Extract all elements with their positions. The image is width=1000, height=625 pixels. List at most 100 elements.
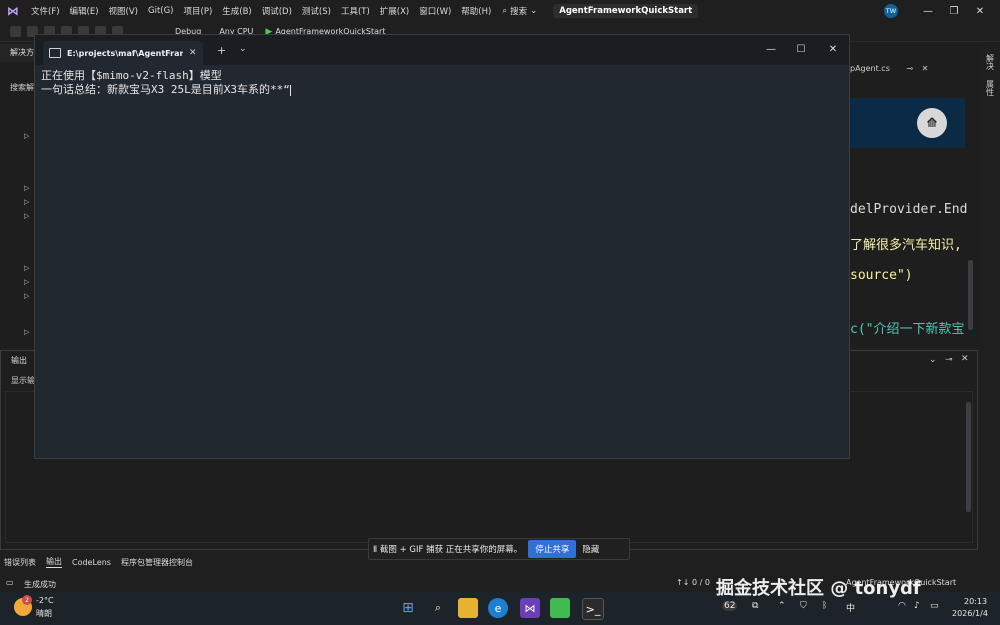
tree-expand-icon[interactable]: ▷ [24, 328, 29, 336]
windows-start-icon[interactable]: ⊞ [398, 598, 418, 618]
chevron-down-icon: ⌄ [530, 6, 538, 16]
visual-studio-logo-icon[interactable]: ⋈ [6, 4, 20, 18]
side-tab-properties[interactable]: 属性 [985, 80, 996, 96]
menu-test[interactable]: 测试(S) [297, 5, 336, 17]
tray-app-icon[interactable]: ⧉ [752, 601, 758, 611]
code-line: source") [850, 268, 913, 283]
menu-search[interactable]: ⌕ 搜索 ⌄ [496, 5, 543, 17]
minimize-icon[interactable]: — [916, 3, 940, 19]
shield-icon[interactable]: ⛉ [800, 601, 807, 611]
chevron-down-icon[interactable]: ⌄ [239, 44, 247, 54]
close-icon[interactable]: ✕ [961, 354, 969, 364]
tree-expand-icon[interactable]: ▷ [24, 184, 29, 192]
edge-browser-icon[interactable]: e [488, 598, 508, 618]
terminal-line: 正在使用【$mimo-v2-flash】模型 [41, 69, 222, 82]
app-icon[interactable] [550, 598, 570, 618]
tab-package-manager-console[interactable]: 程序包管理器控制台 [121, 557, 193, 568]
text-cursor [289, 84, 291, 96]
terminal-tab[interactable]: E:\projects\maf\AgentFramew ✕ [43, 41, 203, 65]
minimize-icon[interactable]: — [761, 41, 781, 57]
menu-search-label: 搜索 [510, 7, 528, 17]
hide-button[interactable]: 隐藏 [582, 543, 599, 555]
tree-expand-icon[interactable]: ▷ [24, 212, 29, 220]
code-line: c("介绍一下新款宝 [850, 322, 965, 337]
menu-help[interactable]: 帮助(H) [456, 5, 496, 17]
maximize-icon[interactable]: ☐ [791, 41, 811, 57]
tree-expand-icon[interactable]: ▷ [24, 278, 29, 286]
search-icon: ⌕ [502, 6, 508, 16]
status-icon: ▭ [6, 578, 14, 587]
status-text: 生成成功 [24, 579, 56, 589]
volume-icon[interactable]: ♪ [914, 601, 920, 611]
tree-expand-icon[interactable]: ▷ [24, 292, 29, 300]
terminal-icon[interactable]: >_ [582, 598, 604, 620]
weather-description[interactable]: 晴朗 [36, 608, 52, 619]
tree-expand-icon[interactable]: ▷ [24, 264, 29, 272]
tab-output[interactable]: 输出 [46, 556, 62, 568]
menu-tools[interactable]: 工具(T) [336, 5, 375, 17]
tree-expand-icon[interactable]: ▷ [24, 132, 29, 140]
output-scrollbar[interactable] [966, 402, 971, 512]
clock-time[interactable]: 20:13 [964, 597, 987, 606]
terminal-tab-icon [49, 48, 61, 58]
new-tab-icon[interactable]: + [217, 44, 226, 57]
output-panel-title: 输出 [11, 356, 27, 365]
code-line: 了解很多汽车知识, [850, 238, 962, 253]
weather-temperature[interactable]: -2°C [36, 596, 54, 605]
solution-explorer-header[interactable]: 解决方 [0, 44, 36, 62]
editor-scrollbar[interactable] [968, 260, 973, 330]
output-source-label: 显示输 [11, 376, 35, 385]
wifi-icon[interactable]: ◠ [898, 601, 906, 611]
tray-badge[interactable]: 62 [722, 601, 738, 611]
code-editor[interactable]: pAgent.cs ⊸ ✕ ⟰ delProvider.End 了解很多汽车知识… [850, 44, 980, 348]
menu-git[interactable]: Git(G) [143, 6, 179, 16]
solution-search-input[interactable]: 搜索解 [0, 82, 36, 93]
side-tab-solution[interactable]: 解决 [985, 54, 996, 70]
tab-codelens[interactable]: CodeLens [72, 558, 111, 567]
menu-file[interactable]: 文件(F) [26, 5, 65, 17]
menu-project[interactable]: 项目(P) [179, 5, 218, 17]
menu-window[interactable]: 窗口(W) [414, 5, 456, 17]
menu-edit[interactable]: 编辑(E) [65, 5, 104, 17]
terminal-tab-title: E:\projects\maf\AgentFramew [67, 48, 183, 58]
editor-tab-title: pAgent.cs [850, 64, 890, 73]
editor-tab[interactable]: pAgent.cs ⊸ ✕ [850, 64, 980, 78]
back-icon[interactable] [10, 26, 21, 37]
terminal-output[interactable]: 正在使用【$mimo-v2-flash】模型 一句话总结：新款宝马X3 25L是… [41, 69, 291, 97]
ime-indicator[interactable]: 中 [846, 601, 855, 614]
restore-icon[interactable]: ❐ [942, 3, 966, 19]
tab-error-list[interactable]: 错误列表 [4, 557, 36, 568]
agent-logo-icon: ⟰ [917, 108, 947, 138]
code-line: delProvider.End [850, 202, 968, 217]
chevron-up-icon[interactable]: ⌃ [778, 601, 786, 611]
pin-icon[interactable]: ⊸ [945, 355, 953, 365]
menu-build[interactable]: 生成(B) [217, 5, 256, 17]
avatar[interactable]: TW [884, 4, 898, 18]
terminal-line: 一句话总结：新款宝马X3 25L是目前X3车系的**“ [41, 83, 290, 96]
file-explorer-icon[interactable] [458, 598, 478, 618]
chevron-down-icon[interactable]: ⌄ [929, 355, 937, 365]
close-icon[interactable]: ✕ [968, 3, 992, 19]
pin-icon[interactable]: ⊸ [906, 64, 913, 73]
battery-icon[interactable]: ▭ [930, 601, 939, 611]
terminal-titlebar: E:\projects\maf\AgentFramew ✕ + ⌄ — ☐ ✕ [35, 35, 849, 65]
solution-explorer: 解决方 搜索解 ▷ ▷ ▷ ▷ ▷ ▷ ▷ ▷ [0, 44, 37, 348]
stop-sharing-button[interactable]: 停止共享 [528, 540, 577, 558]
clock-date[interactable]: 2026/1/4 [952, 609, 988, 618]
menu-debug[interactable]: 调试(D) [257, 5, 297, 17]
close-icon[interactable]: ✕ [823, 41, 843, 57]
status-line-count[interactable]: ↑↓ 0 / 0 [676, 578, 710, 587]
editor-banner: ⟰ [850, 98, 965, 148]
tree-expand-icon[interactable]: ▷ [24, 198, 29, 206]
screen-share-bar: Ⅱ 截图 + GIF 捕获 正在共享你的屏幕。 停止共享 隐藏 [368, 538, 630, 560]
menu-bar: ⋈ 文件(F) 编辑(E) 视图(V) Git(G) 项目(P) 生成(B) 调… [0, 0, 1000, 22]
close-tab-icon[interactable]: ✕ [922, 64, 929, 73]
search-icon[interactable]: ⌕ [428, 598, 448, 618]
screen-share-text: Ⅱ 截图 + GIF 捕获 正在共享你的屏幕。 [373, 545, 523, 555]
weather-badge: 2 [22, 595, 32, 605]
menu-view[interactable]: 视图(V) [104, 5, 143, 17]
close-tab-icon[interactable]: ✕ [189, 48, 197, 58]
menu-extensions[interactable]: 扩展(X) [375, 5, 414, 17]
bluetooth-icon[interactable]: ᛒ [822, 601, 827, 611]
visual-studio-icon[interactable]: ⋈ [520, 598, 540, 618]
